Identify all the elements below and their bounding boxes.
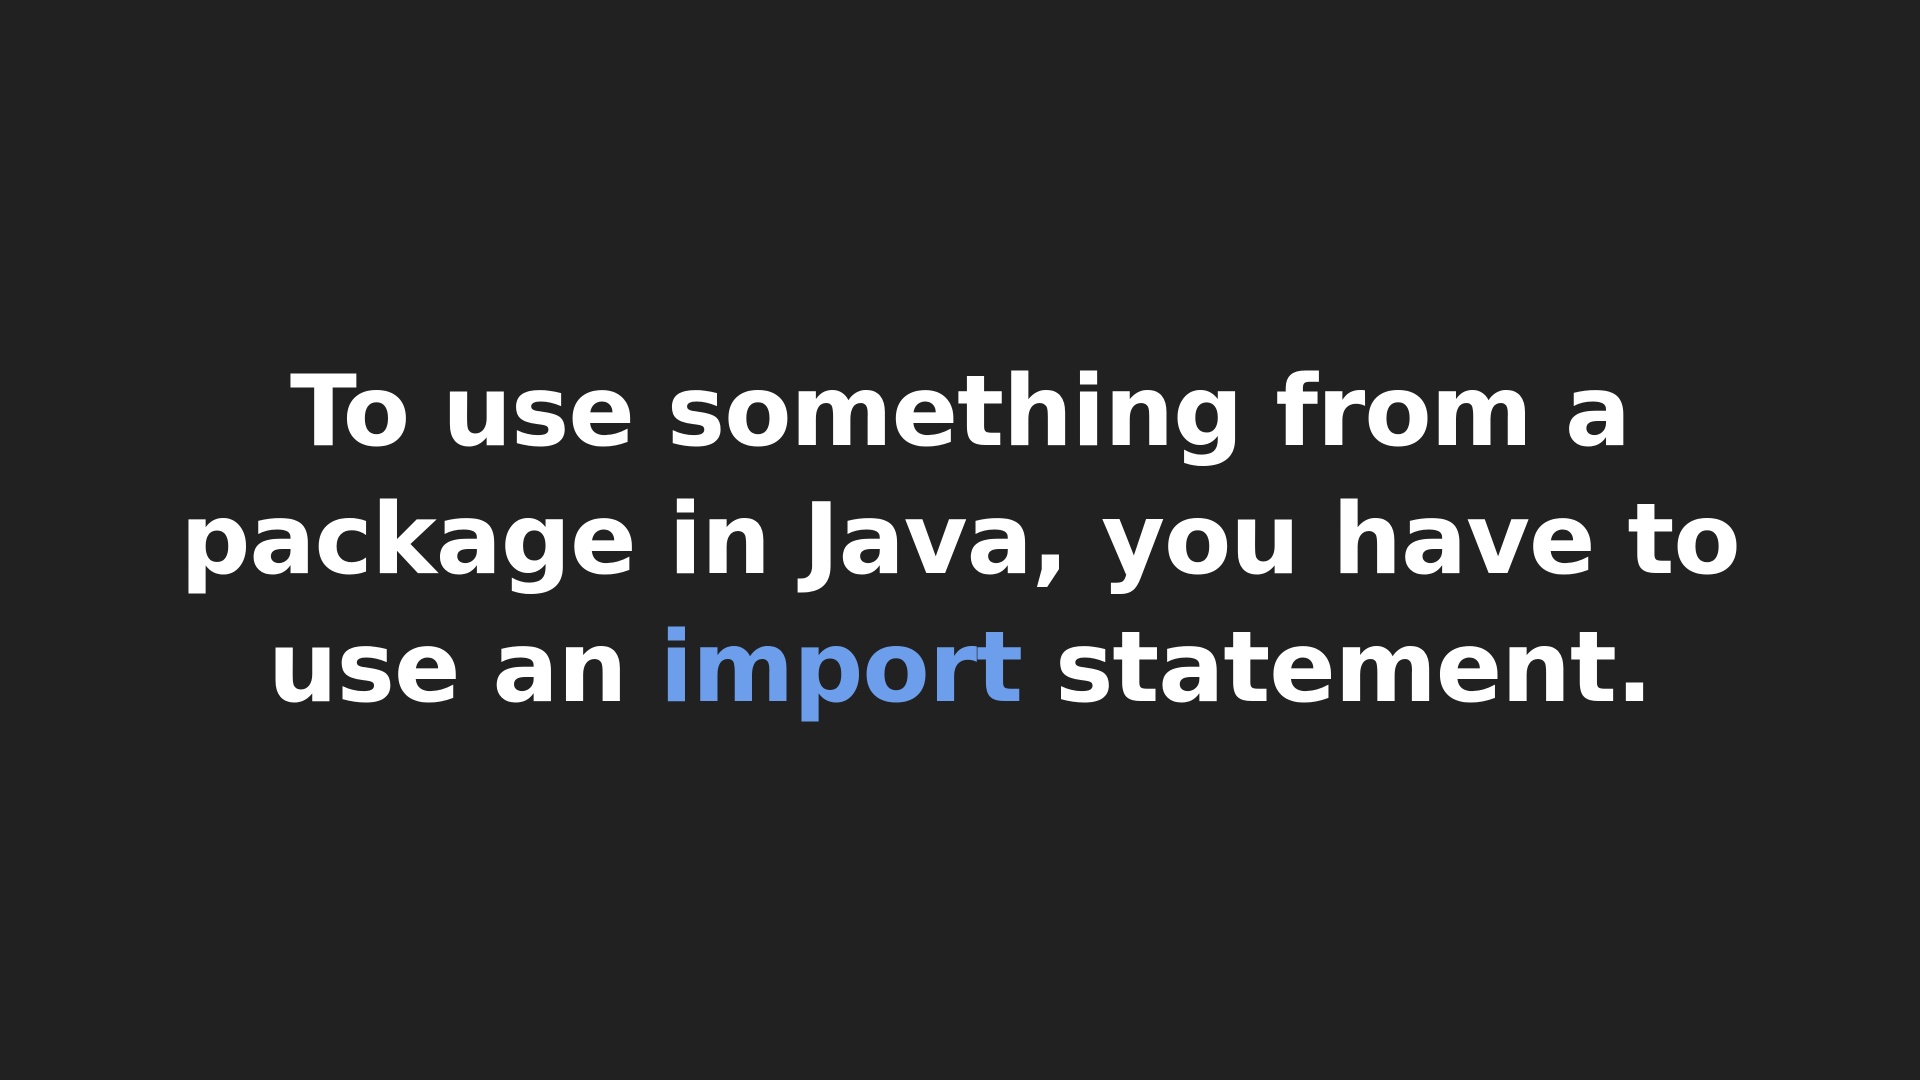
import-keyword: import <box>659 611 1023 725</box>
slide: To use something from a package in Java,… <box>0 0 1920 1080</box>
slide-statement: To use something from a package in Java,… <box>80 348 1840 732</box>
statement-text-after: statement. <box>1021 611 1653 725</box>
